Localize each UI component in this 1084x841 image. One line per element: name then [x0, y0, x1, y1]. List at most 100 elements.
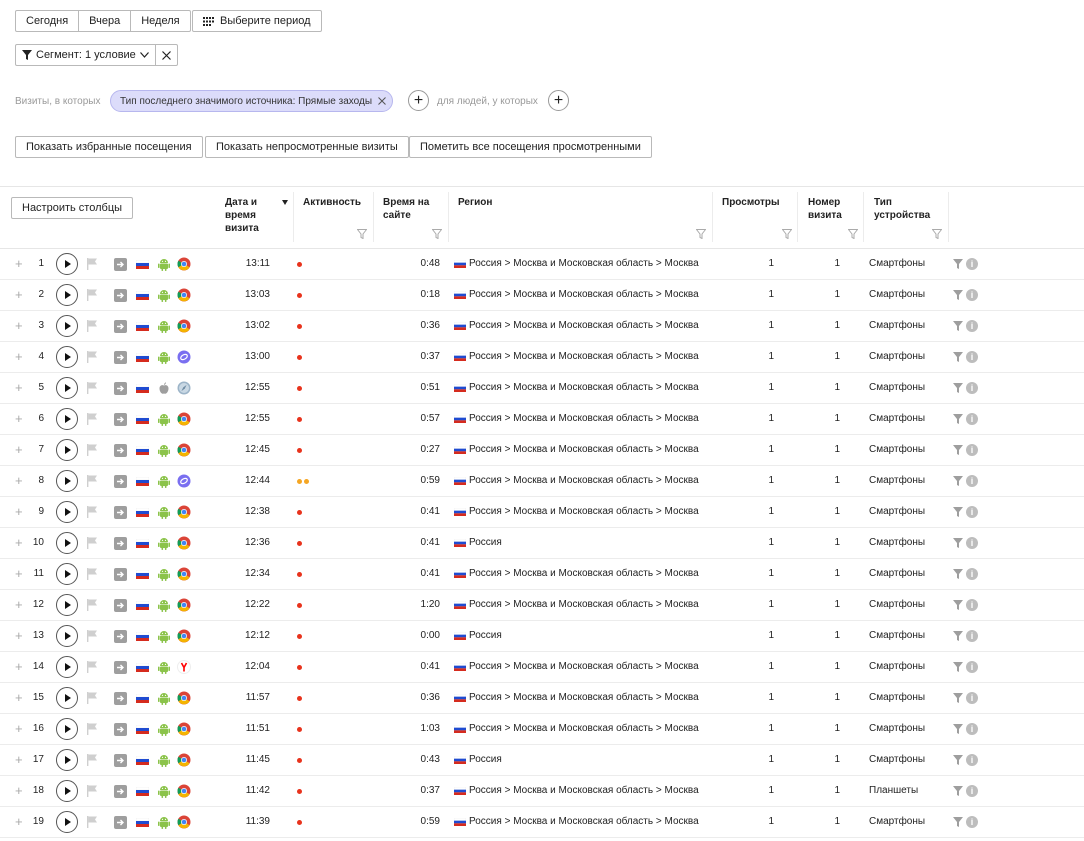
row-filter-icon[interactable]	[953, 662, 963, 672]
play-visit-button[interactable]	[56, 687, 78, 709]
play-visit-button[interactable]	[56, 594, 78, 616]
info-icon[interactable]: i	[966, 475, 978, 487]
period-yesterday-button[interactable]: Вчера	[79, 11, 132, 31]
play-visit-button[interactable]	[56, 315, 78, 337]
add-people-condition-button[interactable]: +	[548, 90, 569, 111]
bookmark-flag-icon[interactable]	[87, 568, 98, 580]
expand-row-button[interactable]: +	[15, 442, 23, 457]
row-filter-icon[interactable]	[953, 445, 963, 455]
bookmark-flag-icon[interactable]	[87, 289, 98, 301]
expand-row-button[interactable]: +	[15, 566, 23, 581]
header-views[interactable]: Просмотры	[722, 196, 780, 209]
bookmark-flag-icon[interactable]	[87, 382, 98, 394]
row-filter-icon[interactable]	[953, 724, 963, 734]
info-icon[interactable]: i	[966, 723, 978, 735]
row-filter-icon[interactable]	[953, 414, 963, 424]
row-filter-icon[interactable]	[953, 290, 963, 300]
column-filter-icon[interactable]	[432, 229, 442, 239]
header-duration[interactable]: Время на сайте	[383, 196, 429, 222]
play-visit-button[interactable]	[56, 253, 78, 275]
row-filter-icon[interactable]	[953, 321, 963, 331]
choose-period-button[interactable]: Выберите период	[192, 10, 322, 32]
expand-row-button[interactable]: +	[15, 814, 23, 829]
bookmark-flag-icon[interactable]	[87, 599, 98, 611]
period-today-button[interactable]: Сегодня	[16, 11, 80, 31]
bookmark-flag-icon[interactable]	[87, 258, 98, 270]
bookmark-flag-icon[interactable]	[87, 785, 98, 797]
info-icon[interactable]: i	[966, 661, 978, 673]
bookmark-flag-icon[interactable]	[87, 661, 98, 673]
info-icon[interactable]: i	[966, 320, 978, 332]
row-filter-icon[interactable]	[953, 476, 963, 486]
bookmark-flag-icon[interactable]	[87, 413, 98, 425]
expand-row-button[interactable]: +	[15, 535, 23, 550]
play-visit-button[interactable]	[56, 656, 78, 678]
column-filter-icon[interactable]	[782, 229, 792, 239]
period-week-button[interactable]: Неделя	[131, 11, 189, 31]
expand-row-button[interactable]: +	[15, 318, 23, 333]
info-icon[interactable]: i	[966, 630, 978, 642]
row-filter-icon[interactable]	[953, 817, 963, 827]
segment-clear-button[interactable]	[156, 45, 177, 65]
play-visit-button[interactable]	[56, 563, 78, 585]
mark-all-viewed-button[interactable]: Пометить все посещения просмотренными	[409, 136, 652, 158]
column-filter-icon[interactable]	[932, 229, 942, 239]
play-visit-button[interactable]	[56, 470, 78, 492]
play-visit-button[interactable]	[56, 780, 78, 802]
info-icon[interactable]: i	[966, 537, 978, 549]
bookmark-flag-icon[interactable]	[87, 630, 98, 642]
bookmark-flag-icon[interactable]	[87, 351, 98, 363]
info-icon[interactable]: i	[966, 568, 978, 580]
info-icon[interactable]: i	[966, 444, 978, 456]
row-filter-icon[interactable]	[953, 383, 963, 393]
info-icon[interactable]: i	[966, 289, 978, 301]
info-icon[interactable]: i	[966, 599, 978, 611]
row-filter-icon[interactable]	[953, 755, 963, 765]
info-icon[interactable]: i	[966, 382, 978, 394]
expand-row-button[interactable]: +	[15, 783, 23, 798]
header-activity[interactable]: Активность	[303, 196, 373, 209]
expand-row-button[interactable]: +	[15, 597, 23, 612]
info-icon[interactable]: i	[966, 351, 978, 363]
header-date[interactable]: Дата и время визита	[225, 196, 259, 235]
condition-chip[interactable]: Тип последнего значимого источника: Прям…	[110, 90, 394, 112]
play-visit-button[interactable]	[56, 625, 78, 647]
header-region[interactable]: Регион	[458, 196, 492, 209]
info-icon[interactable]: i	[966, 692, 978, 704]
show-unviewed-button[interactable]: Показать непросмотренные визиты	[205, 136, 409, 158]
bookmark-flag-icon[interactable]	[87, 816, 98, 828]
expand-row-button[interactable]: +	[15, 721, 23, 736]
expand-row-button[interactable]: +	[15, 411, 23, 426]
bookmark-flag-icon[interactable]	[87, 506, 98, 518]
row-filter-icon[interactable]	[953, 507, 963, 517]
expand-row-button[interactable]: +	[15, 256, 23, 271]
row-filter-icon[interactable]	[953, 538, 963, 548]
expand-row-button[interactable]: +	[15, 287, 23, 302]
play-visit-button[interactable]	[56, 408, 78, 430]
segment-dropdown[interactable]: Сегмент: 1 условие	[16, 45, 156, 65]
bookmark-flag-icon[interactable]	[87, 537, 98, 549]
configure-columns-button[interactable]: Настроить столбцы	[11, 197, 134, 219]
expand-row-button[interactable]: +	[15, 349, 23, 364]
row-filter-icon[interactable]	[953, 352, 963, 362]
expand-row-button[interactable]: +	[15, 628, 23, 643]
bookmark-flag-icon[interactable]	[87, 475, 98, 487]
play-visit-button[interactable]	[56, 718, 78, 740]
bookmark-flag-icon[interactable]	[87, 444, 98, 456]
column-filter-icon[interactable]	[357, 229, 367, 239]
column-filter-icon[interactable]	[848, 229, 858, 239]
expand-row-button[interactable]: +	[15, 473, 23, 488]
play-visit-button[interactable]	[56, 346, 78, 368]
expand-row-button[interactable]: +	[15, 659, 23, 674]
sort-desc-icon[interactable]	[282, 200, 288, 205]
info-icon[interactable]: i	[966, 506, 978, 518]
row-filter-icon[interactable]	[953, 786, 963, 796]
expand-row-button[interactable]: +	[15, 380, 23, 395]
row-filter-icon[interactable]	[953, 259, 963, 269]
play-visit-button[interactable]	[56, 439, 78, 461]
expand-row-button[interactable]: +	[15, 504, 23, 519]
play-visit-button[interactable]	[56, 501, 78, 523]
expand-row-button[interactable]: +	[15, 752, 23, 767]
bookmark-flag-icon[interactable]	[87, 692, 98, 704]
row-filter-icon[interactable]	[953, 569, 963, 579]
